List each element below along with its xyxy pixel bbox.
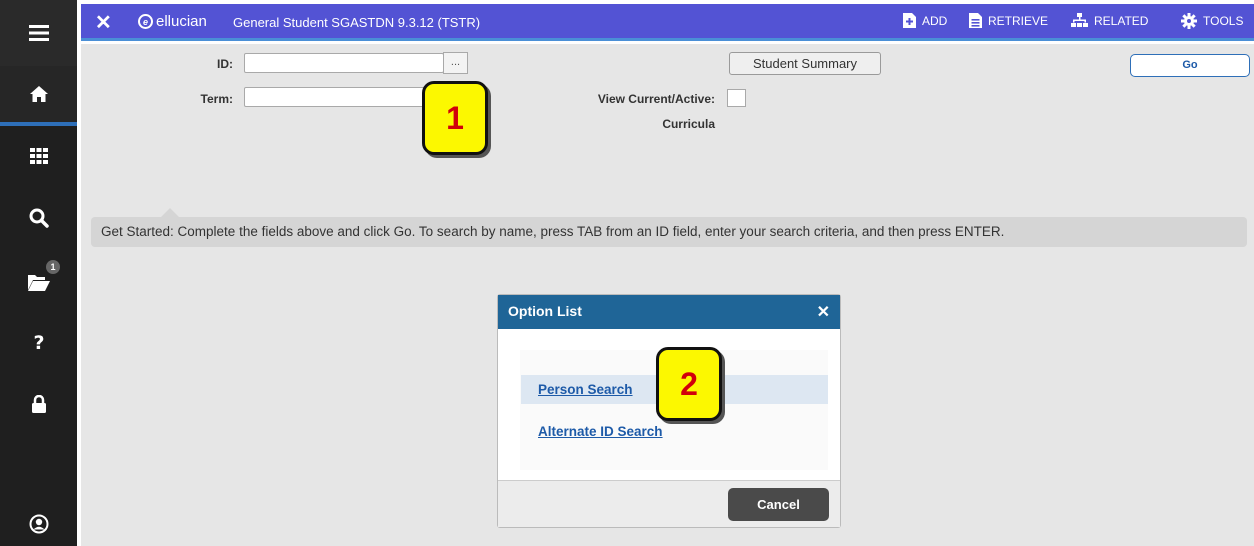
add-label: ADD — [922, 13, 948, 28]
id-input[interactable] — [244, 53, 444, 73]
retrieve-button[interactable]: RETRIEVE — [969, 13, 1048, 28]
retrieve-document-icon — [969, 13, 982, 28]
ellucian-logo-icon: e — [138, 14, 153, 29]
view-current-label: View Current/Active: — [597, 92, 715, 106]
page-title: General Student SGASTDN 9.3.12 (TSTR) — [233, 15, 481, 30]
retrieve-label: RETRIEVE — [988, 13, 1049, 28]
cancel-button[interactable]: Cancel — [728, 488, 829, 521]
svg-text:?: ? — [33, 332, 44, 352]
add-document-icon — [903, 13, 916, 28]
sidebar-applications-button[interactable] — [0, 128, 77, 184]
folder-icon — [27, 275, 50, 291]
related-sitemap-icon — [1071, 13, 1088, 27]
search-icon — [29, 208, 49, 228]
info-message-pointer — [161, 208, 179, 217]
option-list-header: Option List ✕ — [498, 295, 840, 329]
close-form-button[interactable]: ✕ — [95, 10, 112, 35]
app-header: ✕ e ellucian General Student SGASTDN 9.3… — [81, 4, 1254, 41]
hamburger-icon — [28, 25, 49, 41]
term-label: Term: — [200, 92, 233, 106]
sidebar-recent-button[interactable]: 1 — [0, 254, 77, 310]
term-input[interactable] — [244, 87, 444, 107]
tools-button[interactable]: TOOLS — [1181, 13, 1243, 29]
add-button[interactable]: ADD — [903, 13, 947, 28]
home-icon — [29, 86, 48, 102]
gear-icon — [1181, 13, 1197, 29]
go-button[interactable]: Go — [1130, 54, 1250, 77]
lock-icon — [31, 394, 46, 413]
sidebar: 1 ? — [0, 0, 77, 546]
question-icon: ? — [33, 332, 44, 352]
info-message: Get Started: Complete the fields above a… — [91, 217, 1247, 247]
id-lookup-button[interactable]: ... — [443, 52, 468, 74]
callout-1: 1 — [422, 81, 488, 155]
sidebar-help-button[interactable]: ? — [0, 314, 77, 370]
ellucian-logo-text: ellucian — [156, 13, 207, 30]
ellucian-logo: e ellucian — [138, 13, 207, 30]
sidebar-search-button[interactable] — [0, 190, 77, 246]
related-label: RELATED — [1094, 13, 1149, 28]
view-current-checkbox[interactable] — [727, 89, 746, 107]
banner-app: 1 ? ✕ e ellucian General Student SGASTDN… — [0, 0, 1254, 546]
close-icon[interactable]: ✕ — [817, 302, 830, 322]
recent-count-badge: 1 — [46, 260, 60, 274]
curricula-label: Curricula — [662, 117, 715, 131]
option-list-title: Option List — [508, 303, 582, 319]
sidebar-profile-button[interactable] — [0, 502, 77, 546]
tools-label: TOOLS — [1203, 14, 1244, 28]
user-icon — [29, 514, 48, 534]
sidebar-home-button[interactable] — [0, 66, 77, 126]
student-summary-button[interactable]: Student Summary — [729, 52, 881, 75]
sidebar-menu-button[interactable] — [0, 0, 77, 66]
sidebar-signout-button[interactable] — [0, 376, 77, 432]
id-label: ID: — [217, 57, 233, 71]
related-button[interactable]: RELATED — [1071, 13, 1148, 28]
option-list-footer: Cancel — [498, 480, 840, 527]
grid-icon — [29, 148, 48, 164]
callout-2: 2 — [656, 347, 722, 421]
alternate-id-search-option[interactable]: Alternate ID Search — [521, 417, 828, 446]
